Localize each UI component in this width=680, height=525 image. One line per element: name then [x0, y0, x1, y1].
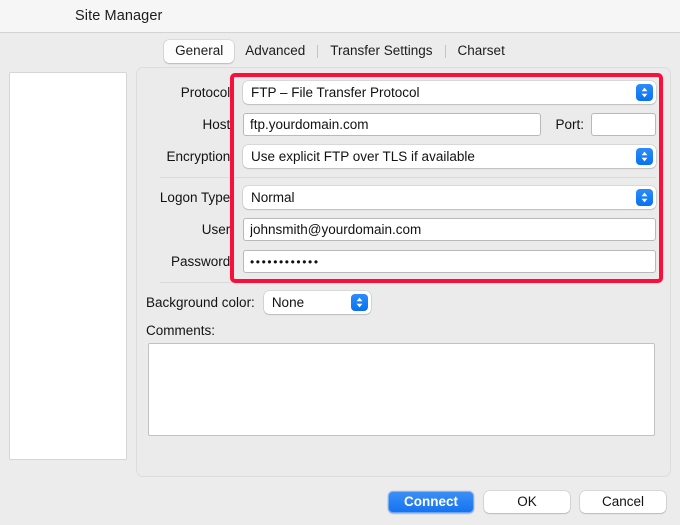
port-input[interactable]: [591, 113, 656, 136]
user-label: User:: [201, 222, 234, 237]
site-list[interactable]: [9, 72, 127, 460]
chevron-up-down-icon[interactable]: [636, 84, 653, 101]
general-settings-panel: Protocol: FTP – File Transfer Protocol H…: [136, 67, 671, 477]
protocol-select[interactable]: FTP – File Transfer Protocol: [243, 81, 656, 104]
encryption-row: Encryption: Use explicit FTP over TLS if…: [146, 145, 656, 168]
background-color-label: Background color:: [146, 295, 255, 310]
password-label: Password:: [170, 254, 234, 269]
tab-transfer-settings[interactable]: Transfer Settings: [319, 40, 443, 63]
chevron-up-down-icon[interactable]: [350, 294, 368, 311]
dialog-footer: Connect OK Cancel: [0, 478, 680, 525]
tab-general[interactable]: General: [164, 39, 235, 63]
password-value: ••••••••••••: [250, 254, 320, 269]
protocol-value: FTP – File Transfer Protocol: [251, 85, 420, 100]
chevron-up-down-icon[interactable]: [636, 148, 653, 165]
protocol-row: Protocol: FTP – File Transfer Protocol: [146, 81, 656, 104]
section-divider: [160, 177, 656, 178]
tab-divider: [444, 44, 446, 58]
site-manager-window: Site Manager General Advanced Transfer S…: [0, 0, 680, 525]
user-input[interactable]: johnsmith@yourdomain.com: [243, 218, 656, 241]
background-color-row: Background color: None: [146, 291, 656, 314]
password-row: Password: ••••••••••••: [146, 250, 656, 273]
section-divider: [160, 282, 656, 283]
logon-type-select[interactable]: Normal: [243, 186, 656, 209]
user-row: User: johnsmith@yourdomain.com: [146, 218, 656, 241]
logon-type-label: Logon Type:: [159, 190, 234, 205]
logon-type-value: Normal: [251, 190, 295, 205]
window-title: Site Manager: [75, 8, 163, 24]
background-color-value: None: [271, 295, 305, 310]
encryption-value: Use explicit FTP over TLS if available: [251, 149, 475, 164]
host-label: Host:: [202, 117, 234, 132]
port-label: Port:: [555, 117, 584, 132]
tab-advanced[interactable]: Advanced: [234, 40, 316, 63]
background-color-select[interactable]: None: [263, 291, 371, 314]
dialog-content: Protocol: FTP – File Transfer Protocol H…: [0, 65, 680, 525]
connect-button[interactable]: Connect: [388, 490, 474, 513]
logon-type-row: Logon Type: Normal: [146, 186, 656, 209]
encryption-label: Encryption:: [166, 149, 234, 164]
password-input[interactable]: ••••••••••••: [243, 250, 656, 273]
host-value: ftp.yourdomain.com: [250, 117, 369, 132]
title-bar: Site Manager: [0, 0, 680, 33]
user-value: johnsmith@yourdomain.com: [250, 222, 422, 237]
ok-button[interactable]: OK: [484, 490, 570, 513]
cancel-button[interactable]: Cancel: [580, 490, 666, 513]
encryption-select[interactable]: Use explicit FTP over TLS if available: [243, 145, 656, 168]
tab-charset[interactable]: Charset: [447, 40, 516, 63]
host-input[interactable]: ftp.yourdomain.com: [243, 113, 542, 136]
comments-label: Comments:: [146, 323, 216, 338]
tab-divider: [317, 44, 319, 58]
chevron-up-down-icon[interactable]: [636, 189, 653, 206]
protocol-label: Protocol:: [180, 85, 234, 100]
host-row: Host: ftp.yourdomain.com Port:: [146, 113, 656, 136]
comments-textarea[interactable]: [148, 343, 655, 436]
tab-bar: General Advanced Transfer Settings Chars…: [0, 33, 680, 65]
tab-group: General Advanced Transfer Settings Chars…: [164, 39, 516, 63]
